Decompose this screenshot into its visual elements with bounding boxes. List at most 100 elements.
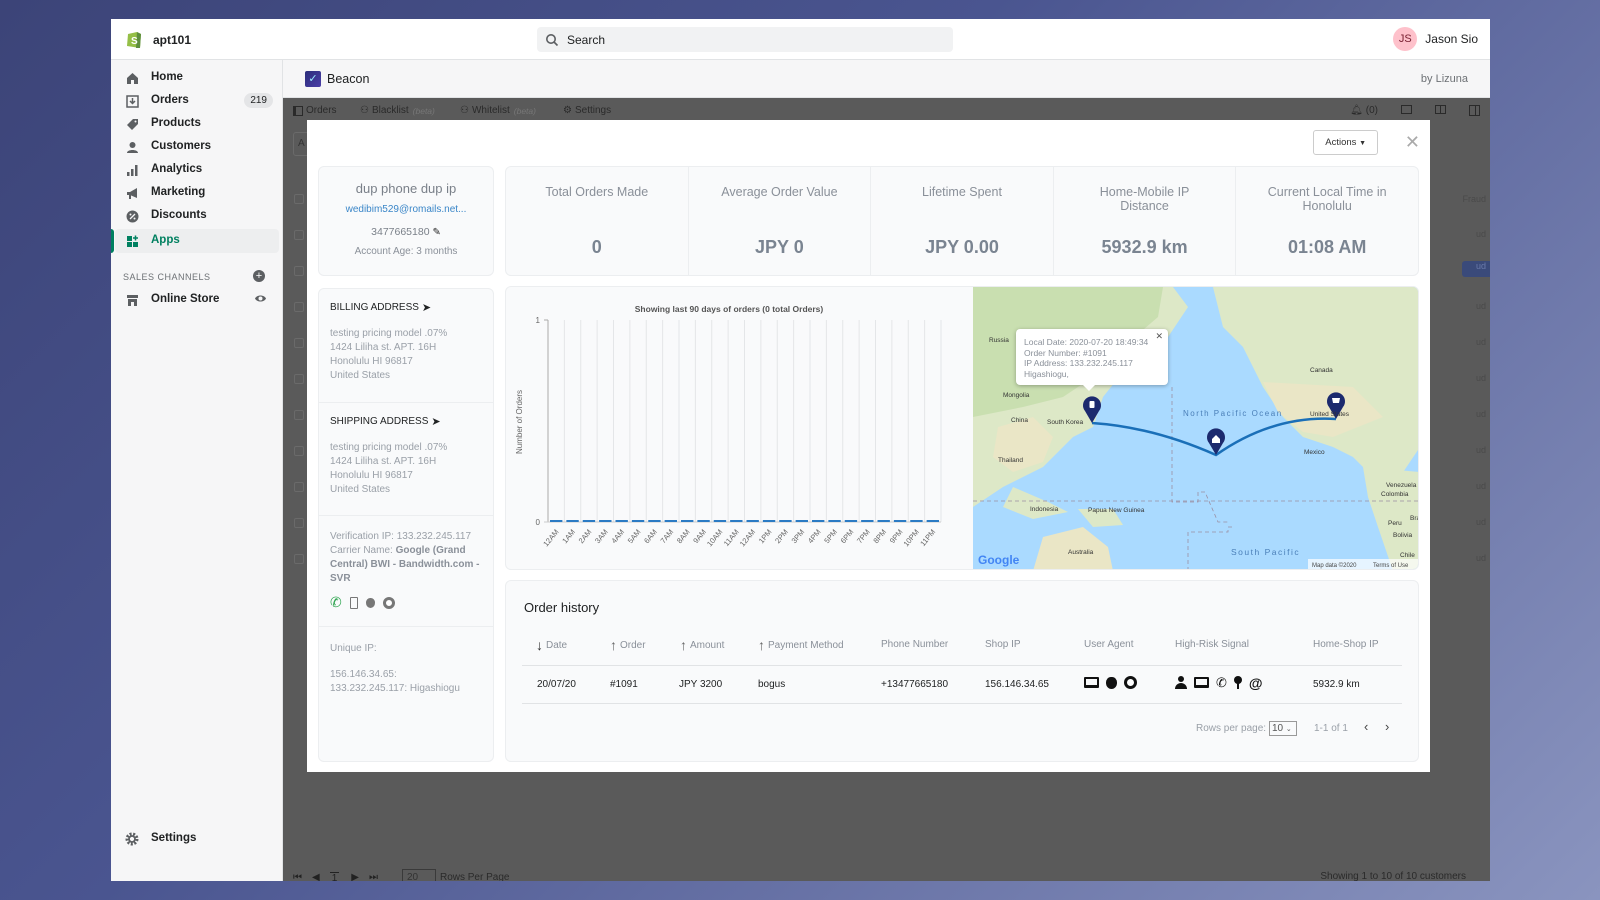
chart-bar	[910, 520, 923, 522]
chart-bar	[746, 520, 759, 522]
prev-page-icon: ◀	[312, 872, 320, 881]
beacon-logo-icon: ✓	[305, 71, 321, 87]
layout-button[interactable]	[1469, 105, 1480, 116]
add-channel-icon[interactable]: +	[253, 270, 265, 282]
pagination-range: 1-1 of 1	[1314, 723, 1348, 734]
sidebar-item-orders[interactable]: Orders 219	[111, 89, 275, 113]
column-header-payment-method[interactable]: ↑ Payment Method	[758, 638, 844, 652]
shipping-address-section: SHIPPING ADDRESS ➤ testing pricing model…	[319, 403, 493, 516]
docs-button[interactable]	[1435, 105, 1446, 114]
tab-settings[interactable]: ⚙ Settings	[563, 105, 611, 116]
column-header-order[interactable]: ↑ Order	[610, 638, 646, 652]
app-name: Beacon	[327, 72, 370, 86]
actions-label: Actions	[1325, 137, 1357, 148]
home-icon	[125, 71, 139, 85]
column-header-high-risk-signal: High-Risk Signal	[1175, 639, 1249, 650]
sidebar-item-discounts[interactable]: Discounts	[111, 204, 275, 228]
phone-text: 3477665180	[371, 226, 430, 238]
bell-icon: 🔔︎	[1350, 105, 1363, 116]
chart-x-tick-label: 1AM	[560, 528, 577, 546]
map-label-china: China	[1011, 417, 1028, 424]
bg-fraud-cell: ud	[1475, 517, 1486, 527]
sidebar-item-analytics[interactable]: Analytics	[111, 158, 275, 182]
svg-text:S: S	[131, 36, 138, 47]
actions-dropdown[interactable]: Actions ▼	[1313, 130, 1378, 155]
chat-icon	[1401, 105, 1412, 114]
stat-ip-distance: Home-Mobile IP Distance 5932.9 km	[1054, 167, 1237, 275]
book-icon	[1435, 105, 1446, 114]
megaphone-icon	[125, 186, 139, 200]
stat-title: Lifetime Spent	[922, 185, 1002, 199]
sidebar-item-home[interactable]: Home	[111, 66, 275, 90]
popup-close-icon[interactable]: ✕	[1155, 331, 1163, 342]
bg-checkbox	[294, 194, 304, 204]
tag-icon	[125, 117, 139, 131]
next-page-button[interactable]: ›	[1385, 719, 1389, 734]
chart-x-tick-label: 2PM	[773, 528, 790, 546]
value: 133.232.245.117	[396, 531, 472, 542]
chart-bar	[730, 520, 743, 522]
stat-local-time: Current Local Time in Honolulu 01:08 AM	[1236, 167, 1418, 275]
tab-orders[interactable]: Orders	[293, 105, 337, 116]
customer-email[interactable]: wedibim529@romails.net...	[319, 204, 493, 215]
next-page-icon: ▶	[351, 872, 359, 881]
rows-per-page-select[interactable]: 10 ⌄	[1269, 721, 1297, 736]
chart-x-tick-label: 3AM	[593, 528, 610, 546]
prev-page-button[interactable]: ‹	[1364, 719, 1368, 734]
eye-icon[interactable]	[254, 292, 267, 308]
sidebar-item-marketing[interactable]: Marketing	[111, 181, 275, 205]
bg-rows-input: 20	[401, 869, 436, 881]
sidebar-item-settings[interactable]: Settings	[111, 827, 275, 851]
stat-title: Home-Mobile IP Distance	[1099, 185, 1190, 213]
chat-button[interactable]	[1401, 105, 1412, 114]
tab-whitelist[interactable]: ⚇ Whitelist (beta)	[460, 105, 536, 116]
header-label: Shop IP	[985, 639, 1021, 650]
user-menu[interactable]: JS Jason Sio	[1393, 27, 1478, 51]
chart-x-tick-label: 6PM	[839, 528, 856, 546]
column-header-date[interactable]: ↓ Date	[536, 638, 568, 652]
cell-order[interactable]: #1091	[610, 679, 638, 690]
chart-bar	[648, 520, 661, 522]
laptop-icon	[1194, 677, 1209, 688]
column-header-amount[interactable]: ↑ Amount	[680, 638, 724, 652]
chart-x-tick-label: 4PM	[806, 528, 823, 546]
header-label: User Agent	[1084, 639, 1134, 650]
close-icon[interactable]: ✕	[1405, 132, 1420, 153]
tab-blacklist[interactable]: ⚇ Blacklist (beta)	[360, 105, 435, 116]
search-input[interactable]: Search	[537, 27, 953, 52]
column-header-shop-ip: Shop IP	[985, 639, 1021, 650]
app-byline: by Lizuna	[1420, 73, 1468, 85]
sidebar-item-online-store[interactable]: Online Store	[111, 288, 275, 312]
map-label-papua-new-guinea: Papua New Guinea	[1088, 507, 1145, 514]
address-line: testing pricing model .07%	[330, 328, 448, 339]
bg-checkbox	[294, 338, 304, 348]
layout-icon	[1469, 105, 1480, 116]
sidebar-item-apps[interactable]: Apps	[115, 229, 279, 253]
chart-x-tick-label: 3PM	[790, 528, 807, 546]
section-title: SHIPPING ADDRESS	[330, 416, 429, 427]
bg-showing-text: Showing 1 to 10 of 10 customers	[1320, 871, 1466, 881]
chrome-icon	[1124, 676, 1137, 689]
sidebar-item-products[interactable]: Products	[111, 112, 275, 136]
apple-icon	[365, 597, 375, 608]
address-line: 1424 Liliha st. APT. 16H	[330, 342, 437, 353]
apple-icon	[1106, 676, 1117, 689]
orders-count-badge: 219	[244, 93, 273, 108]
bg-checkbox	[294, 266, 304, 276]
bar-chart-icon	[125, 163, 139, 177]
map-terms-link[interactable]: Terms of Use	[1373, 563, 1409, 569]
bg-pager: ⏮ ◀ 1 ▶ ⏭ 20 Rows Per Page	[293, 869, 509, 881]
billing-address-section: BILLING ADDRESS ➤ testing pricing model …	[319, 289, 493, 403]
header-label: Date	[546, 640, 568, 651]
map-label-united-states: United States	[1310, 411, 1350, 418]
store-icon	[125, 293, 139, 307]
store-name[interactable]: apt101	[153, 33, 191, 47]
sidebar-item-customers[interactable]: Customers	[111, 135, 275, 159]
edit-icon[interactable]: ✎	[432, 227, 440, 238]
location-map[interactable]: Russia Mongolia China South Korea Thaila…	[973, 287, 1418, 569]
notifications-button[interactable]: 🔔︎ (0)	[1350, 105, 1378, 116]
stat-title: Average Order Value	[721, 185, 838, 199]
chart-bar	[812, 520, 825, 522]
verification-ip: Verification IP: 133.232.245.117	[330, 530, 482, 544]
land-indonesia	[1003, 487, 1068, 519]
